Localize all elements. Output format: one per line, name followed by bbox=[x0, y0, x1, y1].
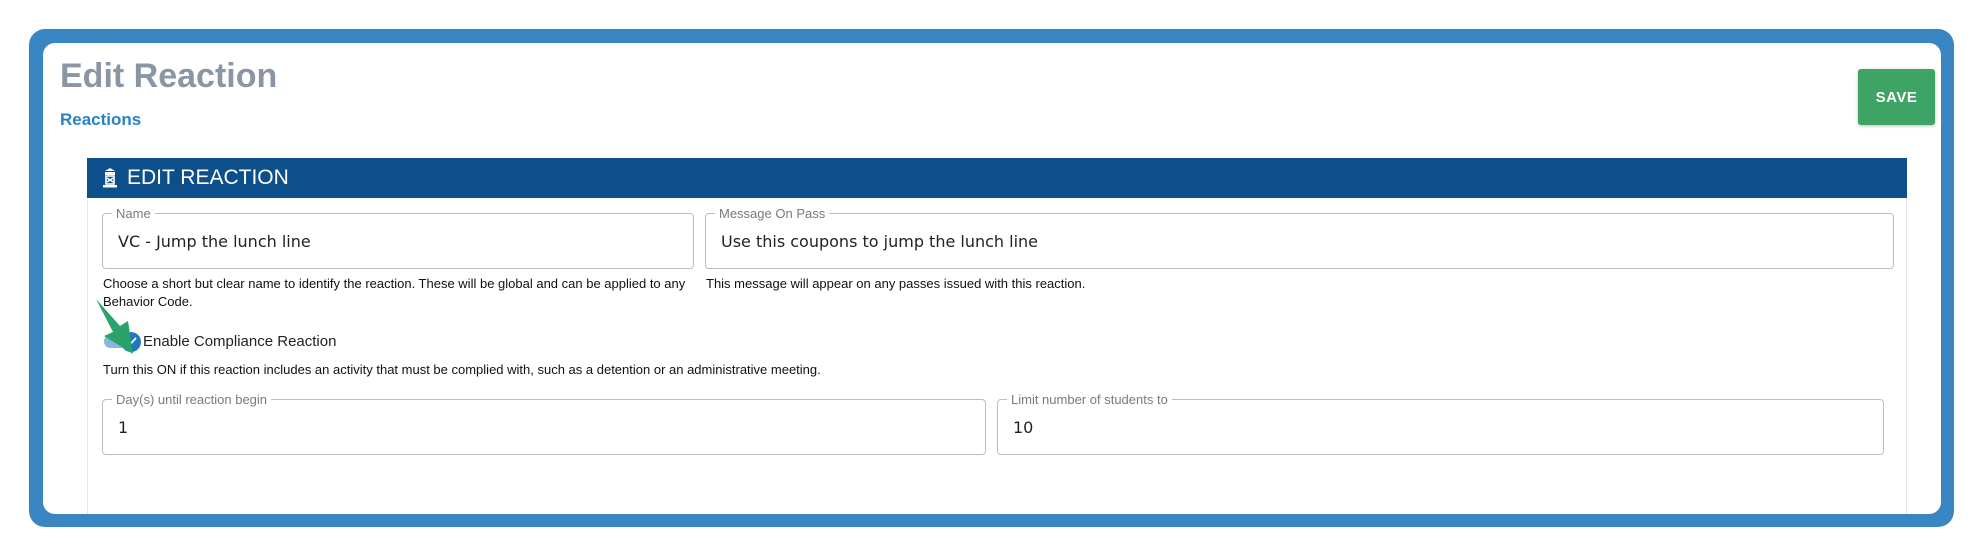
name-field[interactable]: Name bbox=[102, 206, 694, 269]
panel-header: EDIT REACTION bbox=[87, 158, 1907, 198]
name-helper-text: Choose a short but clear name to identif… bbox=[103, 276, 686, 309]
edit-reaction-card: Edit Reaction Reactions SAVE EDIT REACTI… bbox=[43, 43, 1941, 514]
days-until-begin-field[interactable]: Day(s) until reaction begin bbox=[102, 392, 986, 455]
breadcrumb-reactions[interactable]: Reactions bbox=[60, 110, 141, 130]
message-on-pass-input[interactable] bbox=[706, 214, 1893, 268]
panel-title: EDIT REACTION bbox=[127, 166, 289, 189]
page-title: Edit Reaction bbox=[60, 57, 278, 95]
save-button[interactable]: SAVE bbox=[1858, 69, 1935, 125]
compliance-toggle-label: Enable Compliance Reaction bbox=[143, 333, 337, 350]
days-until-begin-input[interactable] bbox=[103, 400, 985, 454]
annotation-arrow-icon bbox=[96, 299, 133, 354]
limit-students-field[interactable]: Limit number of students to bbox=[997, 392, 1884, 455]
message-on-pass-field[interactable]: Message On Pass bbox=[705, 206, 1894, 269]
message-helper-text: This message will appear on any passes i… bbox=[706, 276, 1086, 291]
building-icon bbox=[101, 167, 121, 189]
compliance-helper-text: Turn this ON if this reaction includes a… bbox=[103, 362, 821, 377]
limit-students-input[interactable] bbox=[998, 400, 1883, 454]
name-input[interactable] bbox=[103, 214, 693, 268]
edit-reaction-panel bbox=[87, 158, 1907, 514]
